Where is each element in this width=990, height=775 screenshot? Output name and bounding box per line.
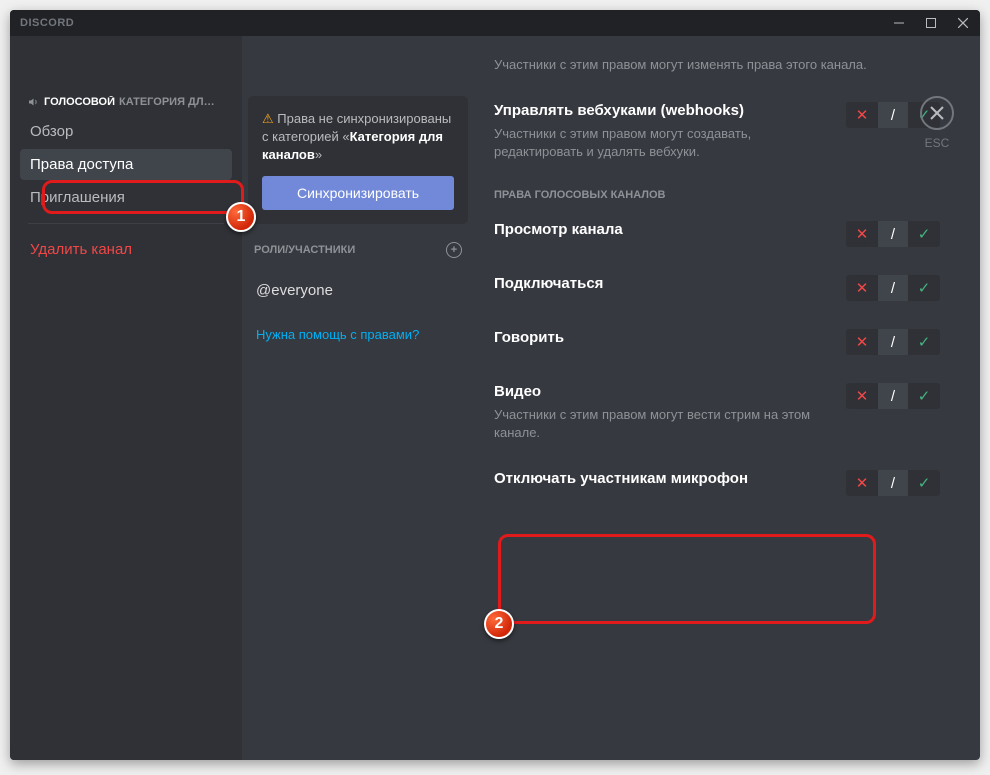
toggle-deny[interactable]: ✕ xyxy=(846,102,878,128)
perm-title: Управлять вебхуками (webhooks) xyxy=(494,102,826,119)
esc-label: ESC xyxy=(920,136,954,150)
permissions-help-link[interactable]: Нужна помощь с правами? xyxy=(242,327,474,342)
close-window-button[interactable] xyxy=(954,14,972,32)
perm-toggle-view: ✕ / ✓ xyxy=(846,221,940,247)
toggle-deny[interactable]: ✕ xyxy=(846,221,878,247)
perm-row-mute: Отключать участникам микрофон ✕ / ✓ xyxy=(494,470,940,496)
toggle-neutral[interactable]: / xyxy=(878,329,908,355)
sidebar-item-overview[interactable]: Обзор xyxy=(20,116,232,147)
sync-notice: ⚠ Права не синхронизированы с категорией… xyxy=(248,96,468,224)
sidebar-item-delete-channel[interactable]: Удалить канал xyxy=(20,234,232,265)
maximize-button[interactable] xyxy=(922,14,940,32)
sidebar-item-invites[interactable]: Приглашения xyxy=(20,182,232,213)
roles-header: РОЛИ/УЧАСТНИКИ + xyxy=(242,242,474,258)
close-icon[interactable] xyxy=(920,96,954,130)
speaker-icon xyxy=(28,96,40,108)
app-name: DISCORD xyxy=(20,17,74,29)
toggle-allow[interactable]: ✓ xyxy=(908,275,940,301)
perm-row-connect: Подключаться ✕ / ✓ xyxy=(494,275,940,301)
perm-desc: Участники с этим правом могут вести стри… xyxy=(494,406,826,442)
perm-toggle-speak: ✕ / ✓ xyxy=(846,329,940,355)
sync-button[interactable]: Синхронизировать xyxy=(262,176,454,210)
sidebar-header: ГОЛОСОВОЙ КАТЕГОРИЯ ДЛ… xyxy=(20,96,232,116)
sidebar-item-permissions[interactable]: Права доступа xyxy=(20,149,232,180)
perm-row-webhooks: Управлять вебхуками (webhooks) Участники… xyxy=(494,102,940,161)
toggle-neutral[interactable]: / xyxy=(878,221,908,247)
perm-row-video: Видео Участники с этим правом могут вест… xyxy=(494,383,940,442)
permissions-content: ESC Участники с этим правом могут изменя… xyxy=(474,36,980,760)
settings-sidebar: ГОЛОСОВОЙ КАТЕГОРИЯ ДЛ… Обзор Права дост… xyxy=(10,36,242,760)
role-everyone[interactable]: @everyone xyxy=(242,276,474,305)
perm-title: Отключать участникам микрофон xyxy=(494,470,826,487)
perm-desc: Участники с этим правом могут создавать,… xyxy=(494,125,826,161)
toggle-neutral[interactable]: / xyxy=(878,275,908,301)
divider xyxy=(28,223,224,224)
toggle-allow[interactable]: ✓ xyxy=(908,383,940,409)
perm-title: Просмотр канала xyxy=(494,221,826,238)
perm-row-speak: Говорить ✕ / ✓ xyxy=(494,329,940,355)
perm-title: Видео xyxy=(494,383,826,400)
toggle-allow[interactable]: ✓ xyxy=(908,470,940,496)
titlebar: DISCORD xyxy=(10,10,980,36)
warning-icon: ⚠ xyxy=(262,111,277,126)
toggle-neutral[interactable]: / xyxy=(878,102,908,128)
toggle-neutral[interactable]: / xyxy=(878,470,908,496)
roles-column: ⚠ Права не синхронизированы с категорией… xyxy=(242,36,474,760)
close-settings: ESC xyxy=(920,96,954,150)
toggle-allow[interactable]: ✓ xyxy=(908,221,940,247)
toggle-deny[interactable]: ✕ xyxy=(846,383,878,409)
toggle-deny[interactable]: ✕ xyxy=(846,329,878,355)
section-header-voice: ПРАВА ГОЛОСОВЫХ КАНАЛОВ xyxy=(494,189,940,201)
perm-toggle-video: ✕ / ✓ xyxy=(846,383,940,409)
perm-desc: Участники с этим правом могут изменять п… xyxy=(494,56,894,74)
toggle-allow[interactable]: ✓ xyxy=(908,329,940,355)
toggle-deny[interactable]: ✕ xyxy=(846,470,878,496)
toggle-deny[interactable]: ✕ xyxy=(846,275,878,301)
perm-toggle-connect: ✕ / ✓ xyxy=(846,275,940,301)
add-role-button[interactable]: + xyxy=(446,242,462,258)
perm-row-view: Просмотр канала ✕ / ✓ xyxy=(494,221,940,247)
toggle-neutral[interactable]: / xyxy=(878,383,908,409)
perm-toggle-mute: ✕ / ✓ xyxy=(846,470,940,496)
perm-title: Говорить xyxy=(494,329,826,346)
minimize-button[interactable] xyxy=(890,14,908,32)
perm-title: Подключаться xyxy=(494,275,826,292)
